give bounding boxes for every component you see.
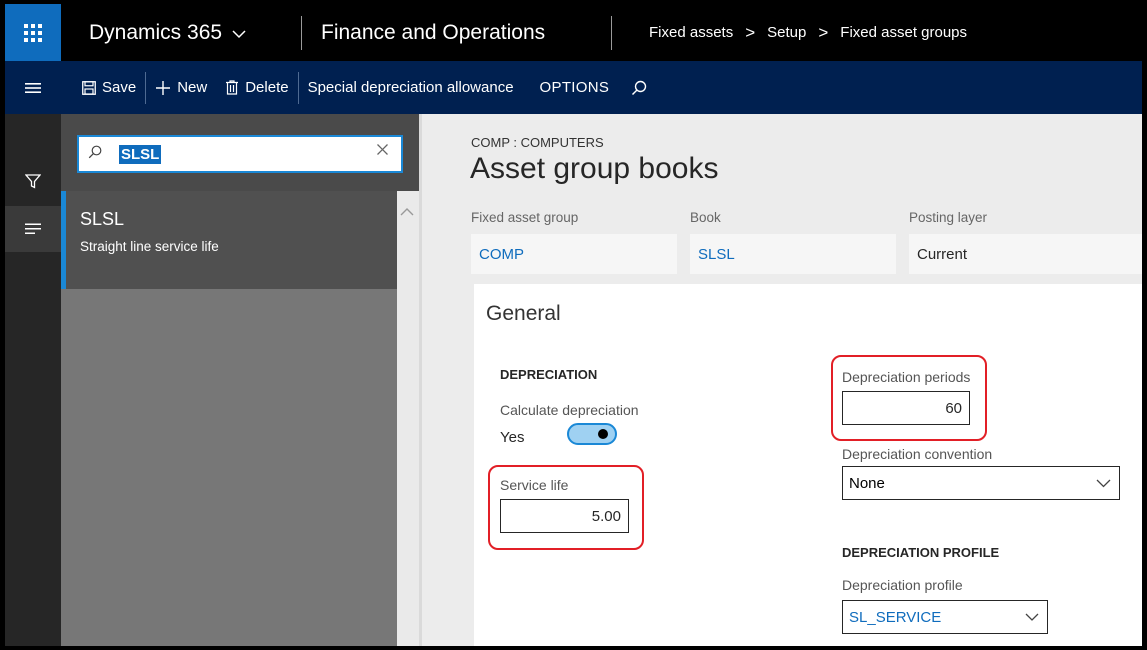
depreciation-convention-value: None [849,474,885,492]
depreciation-periods-input[interactable]: 60 [842,391,970,425]
breadcrumb-fixed-asset-groups[interactable]: Fixed asset groups [840,24,967,41]
delete-label: Delete [245,79,289,96]
chevron-right-icon: > [745,22,756,42]
calculate-depreciation-value: Yes [500,429,525,446]
general-fasttab-header[interactable]: General [486,302,561,326]
search-selected-text: SLSL [119,145,162,164]
list-search-box[interactable]: SLSL [77,135,403,173]
list-item-description: Straight line service life [80,239,219,254]
depreciation-convention-label: Depreciation convention [842,446,993,462]
divider [611,16,612,50]
depreciation-profile-label: Depreciation profile [842,577,963,593]
posting-layer-field[interactable]: Current [909,234,1142,274]
list-item-code: SLSL [80,209,125,229]
search-icon[interactable] [622,70,662,106]
chevron-down-icon [1025,609,1039,626]
depreciation-profile-value: SL_SERVICE [849,608,942,626]
breadcrumb: Fixed assets > Setup > Fixed asset group… [649,4,967,61]
new-button[interactable]: New [146,70,216,106]
module-name: Finance and Operations [321,20,546,44]
fixed-asset-group-label: Fixed asset group [471,210,579,225]
depreciation-profile-select[interactable]: SL_SERVICE [842,600,1048,634]
app-launcher-waffle-icon[interactable] [5,4,61,61]
app-name-label: Dynamics 365 [89,20,223,44]
list-pane: SLSL SLSL Straight line service life [61,114,419,646]
depreciation-periods-label: Depreciation periods [842,369,971,385]
hamburger-menu-icon[interactable] [5,61,61,114]
page-title: Asset group books [470,152,719,185]
plus-icon [156,80,171,95]
delete-button[interactable]: Delete [216,70,297,106]
save-label: Save [102,79,137,96]
special-depreciation-allowance-button[interactable]: Special depreciation allowance [299,70,523,106]
action-pane: Save New Delete Special depreciation all… [5,61,1142,114]
list-scrollbar[interactable] [397,191,419,646]
search-icon [88,145,102,164]
depreciation-section-heading: DEPRECIATION [500,367,598,382]
chevron-right-icon: > [818,22,829,42]
list-view-icon[interactable] [5,206,61,252]
navigation-rail [5,114,61,646]
breadcrumb-setup[interactable]: Setup [767,24,806,41]
divider [301,16,302,50]
depreciation-convention-select[interactable]: None [842,466,1120,500]
depreciation-profile-section-heading: DEPRECIATION PROFILE [842,545,1000,560]
action-buttons: Save New Delete Special depreciation all… [73,61,662,114]
toggle-knob [598,429,608,439]
record-caption: COMP : COMPUTERS [471,135,604,150]
list-item[interactable]: SLSL Straight line service life [61,191,397,289]
chevron-up-icon[interactable] [400,203,414,221]
general-fasttab: General DEPRECIATION Calculate depreciat… [474,284,1142,646]
new-label: New [177,79,208,96]
breadcrumb-fixed-assets[interactable]: Fixed assets [649,24,733,41]
filter-icon[interactable] [5,158,61,204]
save-button[interactable]: Save [73,70,145,106]
app-switcher[interactable]: Dynamics 365 [89,4,246,61]
book-label: Book [690,210,721,225]
pane-divider [419,114,422,646]
fixed-asset-group-field[interactable]: COMP [471,234,677,274]
chevron-down-icon [1096,475,1111,492]
options-tab[interactable]: OPTIONS [531,70,619,106]
posting-layer-label: Posting layer [909,210,988,225]
clear-icon[interactable] [376,143,389,161]
service-life-input[interactable]: 5.00 [500,499,629,533]
calculate-depreciation-toggle[interactable] [567,423,617,445]
app-window: Dynamics 365 Finance and Operations Fixe… [5,4,1142,646]
top-navigation-bar: Dynamics 365 Finance and Operations Fixe… [5,4,1142,61]
save-icon [82,80,96,95]
book-field[interactable]: SLSL [690,234,896,274]
list-search-area: SLSL [61,114,419,191]
chevron-down-icon [232,21,246,45]
service-life-label: Service life [500,477,569,493]
trash-icon [226,80,239,95]
calculate-depreciation-label: Calculate depreciation [500,402,639,418]
details-pane: COMP : COMPUTERS Asset group books Fixed… [419,114,1142,646]
